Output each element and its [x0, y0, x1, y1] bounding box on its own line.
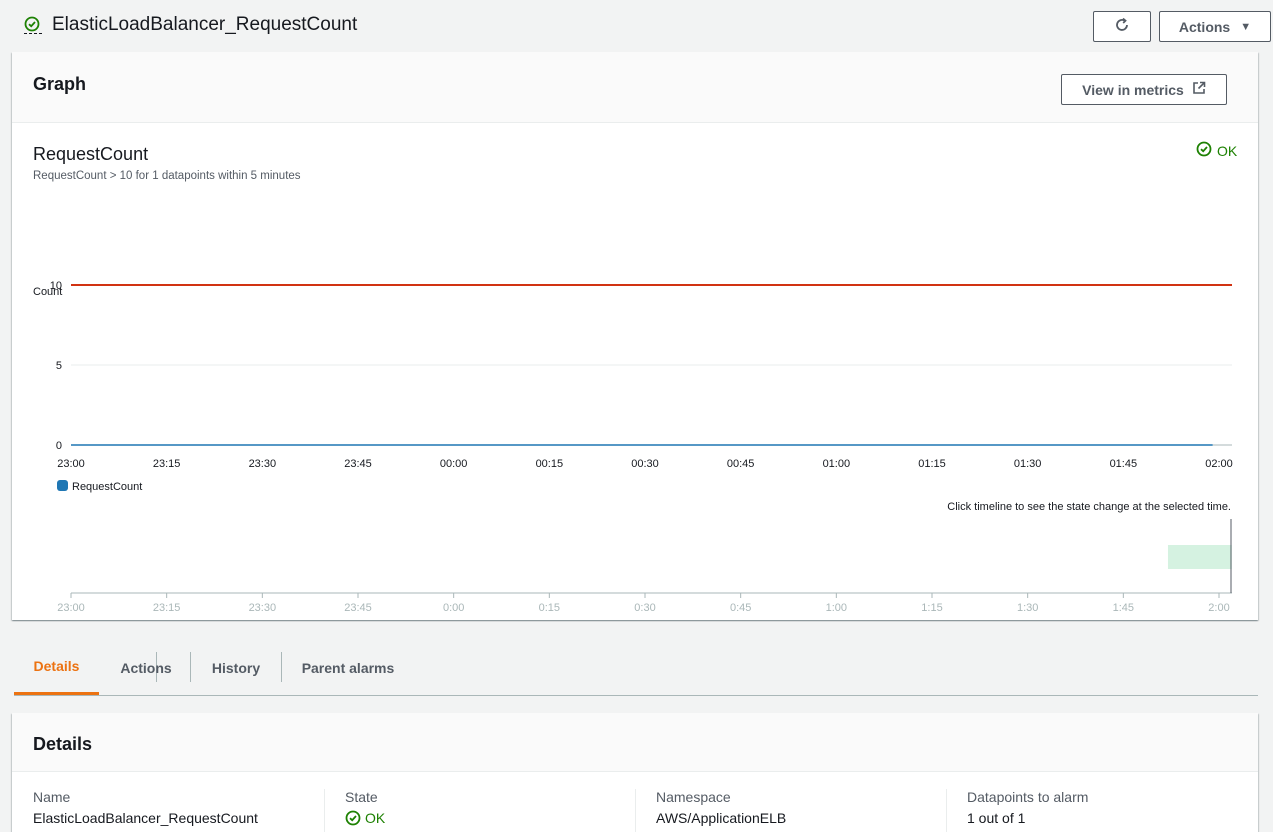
x-tick-label: 23:15 [153, 458, 181, 470]
details-title: Details [33, 734, 93, 754]
x-tick-label: 01:30 [1014, 458, 1042, 470]
chart-subtitle: RequestCount > 10 for 1 datapoints withi… [33, 170, 301, 182]
x-tick-label: 01:15 [918, 458, 946, 470]
timeline-state-bar [1167, 545, 1232, 569]
ok-check-icon [345, 810, 361, 826]
timeline-tick-label: 0:45 [730, 602, 751, 612]
detail-value: OK [345, 810, 385, 826]
request-count-chart: Count105023:00 23:15 23:30 23:45 00:00 00:15 0… [33, 280, 1233, 612]
tab-actions[interactable]: Actions [114, 640, 178, 695]
refresh-icon [1114, 17, 1130, 36]
detail-state: State OK [345, 789, 385, 832]
tab-history[interactable]: History [202, 640, 270, 695]
timeline-tick-label: 2:00 [1208, 602, 1229, 612]
x-tick-label: 23:45 [344, 458, 372, 470]
detail-value: AWS/ApplicationELB [656, 810, 787, 826]
view-in-metrics-label: View in metrics [1082, 81, 1184, 98]
detail-label: Name [33, 789, 71, 805]
y-tick-label: 10 [50, 280, 62, 292]
graph-panel: Graph View in metrics RequestCount Reque… [12, 52, 1258, 620]
external-link-icon [1184, 81, 1206, 98]
chart-title: RequestCount [33, 144, 149, 164]
detail-value: 1 out of 1 [967, 810, 1026, 826]
caret-down-icon: ▼ [1240, 20, 1252, 33]
x-tick-label: 00:00 [440, 458, 468, 470]
alarm-tabs: Details Actions History Parent alarms [14, 640, 1258, 696]
timeline-tick-label: 0:15 [539, 602, 560, 612]
timeline-tick-label: 23:00 [57, 602, 85, 612]
timeline-hint: Click timeline to see the state change a… [947, 501, 1231, 513]
detail-value: ElasticLoadBalancer_RequestCount [33, 810, 258, 826]
detail-datapoints: Datapoints to alarm 1 out of 1 [967, 789, 1088, 832]
x-tick-label: 01:00 [823, 458, 851, 470]
column-divider [635, 789, 636, 832]
x-tick-label: 23:00 [57, 458, 85, 470]
actions-dropdown-button[interactable]: Actions ▼ [1159, 11, 1271, 42]
actions-label: Actions [1178, 18, 1231, 35]
tab-details[interactable]: Details [14, 640, 99, 695]
detail-label: State [345, 789, 378, 805]
ok-check-icon [1196, 141, 1217, 160]
legend-swatch [57, 480, 68, 491]
details-panel-header: Details [12, 713, 1258, 772]
timeline-tick-label: 0:30 [634, 602, 655, 612]
alarm-title: ElasticLoadBalancer_RequestCount [24, 14, 357, 36]
timeline-tick-label: 0:00 [443, 602, 464, 612]
x-tick-label: 00:30 [631, 458, 659, 470]
view-in-metrics-button[interactable]: View in metrics [1061, 74, 1227, 105]
timeline-tick-label: 1:30 [1017, 602, 1038, 612]
x-tick-label: 01:45 [1110, 458, 1138, 470]
timeline-tick-label: 23:30 [249, 602, 277, 612]
tab-separator [190, 652, 191, 682]
alarm-status-text: OK [1217, 142, 1238, 159]
x-tick-label: 00:15 [536, 458, 564, 470]
x-tick-label: 23:30 [249, 458, 277, 470]
detail-label: Datapoints to alarm [967, 789, 1089, 805]
detail-name: Name ElasticLoadBalancer_RequestCount [33, 789, 258, 832]
alarm-name: ElasticLoadBalancer_RequestCount [52, 14, 358, 35]
column-divider [324, 789, 325, 832]
timeline-tick-label: 1:15 [921, 602, 942, 612]
line-chart: Count105023:00 23:15 23:30 23:45 00:00 00:15 0… [33, 280, 1233, 493]
refresh-button[interactable] [1093, 11, 1151, 42]
tab-separator [281, 652, 282, 682]
timeline-tick-label: 1:00 [826, 602, 847, 612]
ok-check-icon [24, 16, 42, 34]
tab-parent-alarms[interactable]: Parent alarms [294, 640, 402, 695]
graph-panel-title: Graph [33, 74, 87, 94]
y-tick-label: 5 [56, 360, 62, 372]
legend-label: RequestCount [72, 481, 142, 493]
column-divider [946, 789, 947, 832]
timeline-tick-label: 1:45 [1113, 602, 1134, 612]
detail-namespace: Namespace AWS/ApplicationELB [656, 789, 786, 832]
detail-label: Namespace [656, 789, 731, 805]
alarm-status: OK [1196, 141, 1237, 160]
timeline-tick-label: 23:15 [153, 602, 181, 612]
state-timeline[interactable]: Click timeline to see the state change a… [55, 501, 1232, 612]
state-value-text: OK [365, 810, 386, 826]
top-bar: ElasticLoadBalancer_RequestCount Actions… [0, 0, 1273, 54]
details-panel: Details Name ElasticLoadBalancer_Request… [12, 713, 1258, 832]
y-tick-label: 0 [56, 440, 62, 452]
x-tick-label: 00:45 [727, 458, 755, 470]
graph-panel-header: Graph View in metrics [12, 52, 1258, 123]
x-tick-label: 02:00 [1205, 458, 1233, 470]
timeline-tick-label: 23:45 [344, 602, 372, 612]
